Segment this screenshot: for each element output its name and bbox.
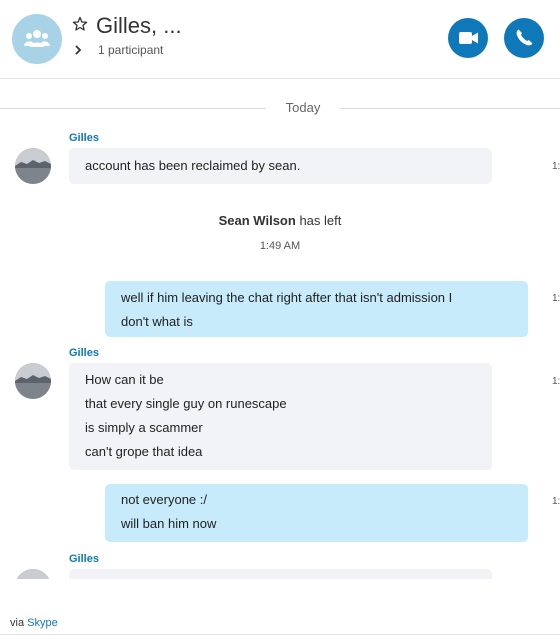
conversation-title[interactable]: Gilles, ... (96, 13, 182, 39)
system-timestamp: 1:49 AM (259, 240, 301, 252)
via-label: via (10, 617, 25, 629)
day-label: Today (285, 100, 321, 115)
participant-count[interactable]: 1 participant (98, 43, 163, 57)
message-sender[interactable]: Gilles (69, 347, 99, 359)
sender-avatar[interactable] (15, 363, 51, 399)
via-text: via Skype (10, 617, 58, 629)
chat-header: Gilles, ... 1 participant (0, 0, 560, 79)
message-sender[interactable]: Gilles (69, 132, 99, 144)
sender-avatar[interactable] (15, 148, 51, 184)
message-bubble[interactable]: How can it be that every single guy on r… (69, 363, 492, 470)
message-bubble[interactable]: well if him leaving the chat right after… (105, 281, 528, 337)
system-message: Sean Wilson has left (0, 213, 560, 228)
skype-link[interactable]: Skype (27, 617, 58, 629)
message-text: that every single guy on runescape (85, 396, 287, 411)
message-timestamp: 1: (552, 376, 560, 387)
separator-line (340, 108, 560, 109)
footer: via Skype (0, 614, 560, 635)
phone-icon (516, 29, 533, 46)
message-timestamp: 1: (552, 161, 560, 172)
message-text: is simply a scammer (85, 420, 203, 435)
message-bubble[interactable] (69, 569, 492, 579)
message-bubble[interactable]: not everyone :/ will ban him now (105, 484, 528, 542)
star-icon[interactable] (72, 16, 88, 32)
message-clip (0, 569, 560, 579)
video-camera-icon (459, 32, 478, 44)
chevron-right-icon[interactable] (74, 45, 82, 55)
group-icon (24, 30, 50, 47)
system-event-text: has left (299, 213, 342, 228)
message-timestamp: 1: (552, 293, 560, 304)
day-separator: Today (0, 100, 560, 116)
message-bubble[interactable]: account has been reclaimed by sean. (69, 148, 492, 184)
separator-line (0, 108, 266, 109)
message-sender[interactable]: Gilles (69, 553, 99, 565)
system-user-name: Sean Wilson (218, 213, 296, 228)
video-call-button[interactable] (448, 18, 488, 58)
avatar-photo (15, 363, 51, 399)
message-text: can't grope that idea (85, 444, 203, 459)
message-text: not everyone :/ (121, 492, 207, 507)
message-text: How can it be (85, 372, 164, 387)
message-text: well if him leaving the chat right after… (121, 290, 453, 305)
message-timestamp: 1: (552, 496, 560, 507)
message-text: don't what is (121, 314, 193, 329)
message-text: will ban him now (121, 516, 217, 531)
avatar-photo (15, 148, 51, 184)
group-avatar[interactable] (12, 14, 62, 64)
avatar-photo (15, 569, 51, 579)
message-text: account has been reclaimed by sean. (85, 158, 301, 173)
audio-call-button[interactable] (504, 18, 544, 58)
sender-avatar[interactable] (15, 569, 51, 579)
